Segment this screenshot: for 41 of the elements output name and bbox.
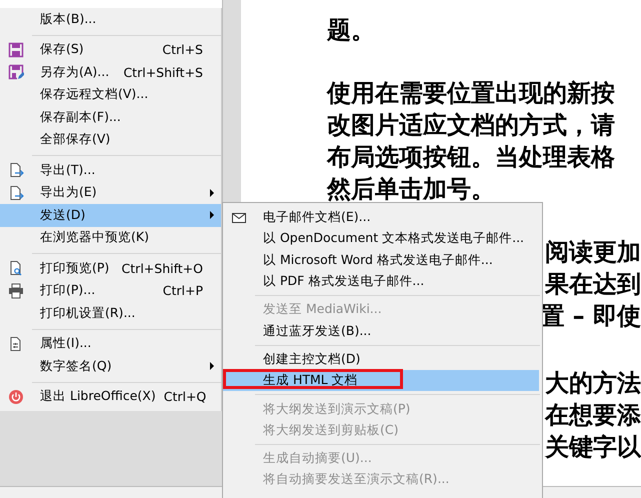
menu-item[interactable]: 退出 LibreOffice(X) Ctrl+Q <box>0 386 221 408</box>
menu-item[interactable]: 另存为(A)... Ctrl+Shift+S <box>0 61 221 84</box>
printer-icon <box>8 282 24 299</box>
menu-item[interactable]: 打印预览(P) Ctrl+Shift+O <box>0 257 221 280</box>
menu-item[interactable]: 电子邮件文档(E)... <box>223 207 539 228</box>
document-text-line: 布局选项按钮。当处理表格 <box>327 144 615 170</box>
document-text-line: 然后单击加号。 <box>327 176 495 202</box>
export-icon <box>8 184 24 201</box>
document-text-line: 置 – 即使 <box>540 303 641 329</box>
menu-item[interactable]: 以 PDF 格式发送电子邮件... <box>223 270 539 292</box>
document-text-line: 改图片适应文档的方式，请 <box>327 112 615 138</box>
menu-item[interactable]: 保存(S) Ctrl+S <box>0 38 221 61</box>
document-text-line: 果在达到 <box>545 271 641 297</box>
menu-item[interactable]: 在浏览器中预览(K) <box>0 226 221 249</box>
document-text-line: 使用在需要位置出现的新按 <box>327 80 615 106</box>
document-text-line: 关键字以 <box>545 434 641 460</box>
document-text-line: 阅读更加 <box>545 239 641 265</box>
power-icon <box>8 388 24 405</box>
menu-item[interactable]: 全部保存(V) <box>0 128 221 151</box>
menu-item[interactable]: 属性(I)... <box>0 332 221 355</box>
menu-item[interactable]: 打印机设置(R)... <box>0 302 221 324</box>
menu-item[interactable]: 保存副本(F)... <box>0 106 221 128</box>
save-with-pencil-icon <box>8 64 24 80</box>
document-text-line: 题。 <box>327 17 375 43</box>
menu-item[interactable]: 数字签名(Q) <box>0 355 221 378</box>
export-icon <box>8 162 24 178</box>
menu-item[interactable]: 生成 HTML 文档 <box>223 370 539 392</box>
menu-item[interactable]: 保存远程文档(V)... <box>0 84 221 106</box>
menu-item[interactable]: 以 OpenDocument 文本格式发送电子邮件... <box>223 228 539 250</box>
menu-item[interactable]: 导出为(E) <box>0 182 221 204</box>
menu-item[interactable]: 通过蓝牙发送(B)... <box>223 320 539 342</box>
menu-item[interactable]: 以 Microsoft Word 格式发送电子邮件... <box>223 250 539 271</box>
menu-item[interactable]: 创建主控文档(D) <box>223 348 539 370</box>
document-text-line: 在想要添 <box>545 402 641 428</box>
menu-item[interactable]: 发送(D) <box>0 204 221 226</box>
print-preview-icon <box>8 260 24 276</box>
document-text-line: 大的方法 <box>545 370 641 396</box>
menu-item[interactable]: 导出(T)... <box>0 159 221 182</box>
menu-item[interactable]: 版本(B)... <box>0 8 221 30</box>
menu-item[interactable]: 打印(P)... Ctrl+P <box>0 280 221 302</box>
save-icon <box>8 42 24 58</box>
